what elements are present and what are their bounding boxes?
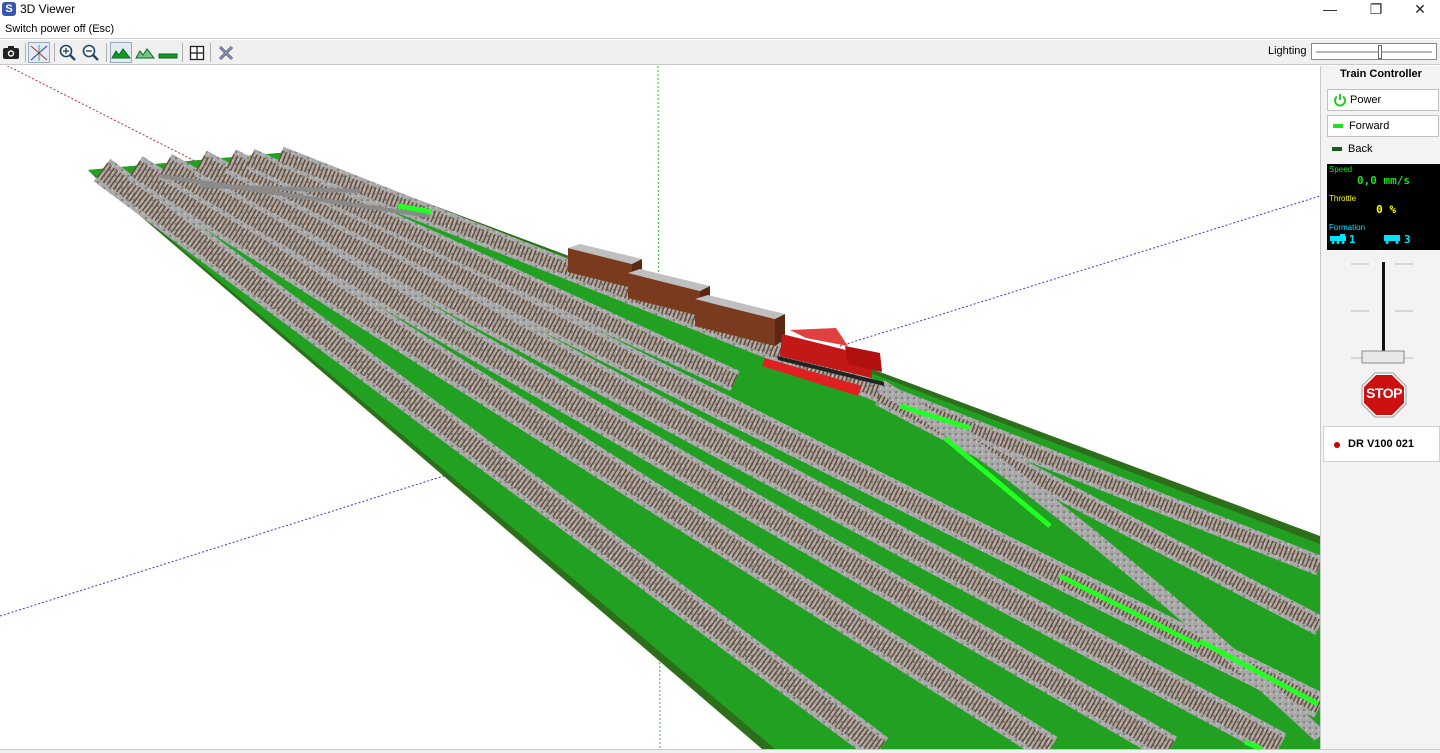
zoom-in-icon	[59, 44, 76, 61]
loco-name: DR V100 021	[1348, 438, 1415, 450]
back-label: Back	[1348, 143, 1373, 155]
3d-viewport[interactable]	[0, 66, 1320, 749]
train-controller-panel: Train Controller Power Forward Back Spee…	[1320, 66, 1440, 749]
app-icon: S	[2, 2, 16, 16]
minimize-button[interactable]: —	[1308, 0, 1352, 20]
zoom-out-icon	[82, 44, 99, 61]
stop-label: STOP	[1366, 385, 1402, 401]
lighting-label: Lighting	[1268, 45, 1307, 57]
zoom-in-button[interactable]	[57, 42, 79, 63]
close-tool-button[interactable]	[215, 42, 237, 63]
title-bar: S 3D Viewer — ❐ ✕	[0, 0, 1440, 20]
formation-label: Formation	[1329, 223, 1366, 232]
throttle-label: Throttle	[1329, 194, 1357, 203]
power-button[interactable]: Power	[1327, 89, 1439, 111]
axes-icon	[30, 44, 48, 61]
zoom-out-button[interactable]	[80, 42, 102, 63]
back-button[interactable]: Back	[1327, 138, 1439, 160]
throttle-value: 0 %	[1376, 203, 1396, 216]
loco-status-dot	[1334, 442, 1340, 448]
throttle-slider[interactable]	[1329, 256, 1439, 366]
close-button[interactable]: ✕	[1398, 0, 1440, 20]
terrain-outline-button[interactable]	[134, 42, 156, 63]
camera-icon	[3, 46, 19, 59]
toolbar: Lighting	[0, 40, 1440, 65]
grid-button[interactable]	[186, 42, 208, 63]
power-icon	[1334, 94, 1346, 107]
lighting-slider-thumb[interactable]	[1377, 45, 1382, 59]
speed-label: Speed	[1329, 165, 1353, 174]
loco-icon	[1330, 234, 1346, 244]
status-display: Speed 0,0 mm/s Throttle 0 % Formation 1 …	[1327, 164, 1440, 250]
panel-title: Train Controller	[1340, 68, 1422, 80]
throttle-thumb[interactable]	[1361, 350, 1405, 364]
bottom-border	[0, 749, 1440, 753]
forward-label: Forward	[1349, 120, 1390, 132]
back-indicator	[1332, 147, 1342, 151]
power-label: Power	[1350, 94, 1382, 106]
grid-icon	[189, 45, 205, 60]
status-hint-bar: Switch power off (Esc)	[0, 20, 1440, 39]
stop-button[interactable]: STOP	[1361, 372, 1407, 418]
terrain-icon	[111, 47, 131, 58]
close-tool-icon	[218, 45, 234, 60]
axes-button[interactable]	[28, 42, 50, 63]
flat-button[interactable]	[157, 42, 179, 63]
formation-locos: 1	[1349, 233, 1356, 246]
lighting-slider[interactable]	[1311, 43, 1437, 60]
window-title: 3D Viewer	[20, 2, 76, 16]
terrain-button[interactable]	[110, 42, 132, 63]
formation-cars: 3	[1404, 233, 1411, 246]
z-axis-line-left	[0, 473, 451, 617]
flat-icon	[158, 53, 178, 58]
status-hint: Switch power off (Esc)	[5, 23, 115, 35]
camera-button[interactable]	[0, 42, 22, 63]
x-axis-line	[6, 66, 196, 162]
loco-list-item[interactable]: DR V100 021	[1323, 426, 1440, 462]
z-axis-line-right	[839, 195, 1320, 347]
terrain-outline-icon	[135, 47, 155, 58]
speed-value: 0,0 mm/s	[1357, 174, 1410, 187]
forward-indicator	[1333, 124, 1343, 128]
scene	[0, 66, 1320, 749]
restore-button[interactable]: ❐	[1354, 0, 1398, 20]
car-icon	[1384, 235, 1400, 244]
forward-button[interactable]: Forward	[1327, 115, 1439, 137]
